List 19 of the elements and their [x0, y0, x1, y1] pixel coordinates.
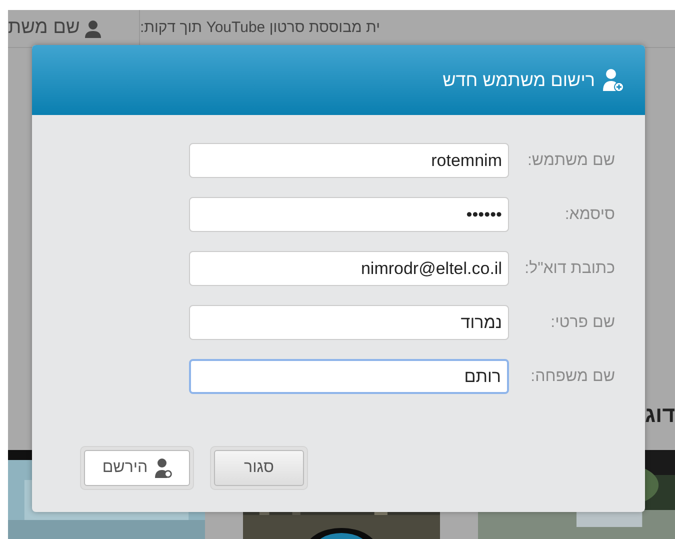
header-text: ית מבוססת סרטון YouTube תוך דקות: — [140, 18, 380, 38]
field-label: שם משתמש: — [526, 150, 616, 170]
close-button[interactable]: סגור — [214, 450, 304, 486]
section-heading: דוג — [645, 401, 675, 429]
dialog-title: רישום משתמש חדש — [442, 68, 595, 92]
input-field[interactable]: nimrodr@eltel.co.il — [189, 251, 509, 286]
field-label: שם משפחה: — [530, 366, 616, 386]
input-field[interactable]: rotemnim — [189, 143, 509, 178]
user-icon — [84, 20, 102, 38]
input-field[interactable]: רותם — [189, 359, 509, 394]
input-field[interactable]: נמרוד — [189, 305, 509, 340]
field-label: סיסמא: — [564, 204, 616, 224]
add-user-icon — [154, 458, 172, 478]
field-label: כתובת דוא"ל: — [524, 258, 616, 278]
add-user-icon — [601, 68, 625, 92]
user-label: שם משת — [8, 16, 80, 40]
input-field[interactable]: •••••• — [189, 197, 509, 232]
register-button[interactable]: הירשם — [84, 450, 190, 486]
field-label: שם פרטי: — [550, 312, 616, 332]
